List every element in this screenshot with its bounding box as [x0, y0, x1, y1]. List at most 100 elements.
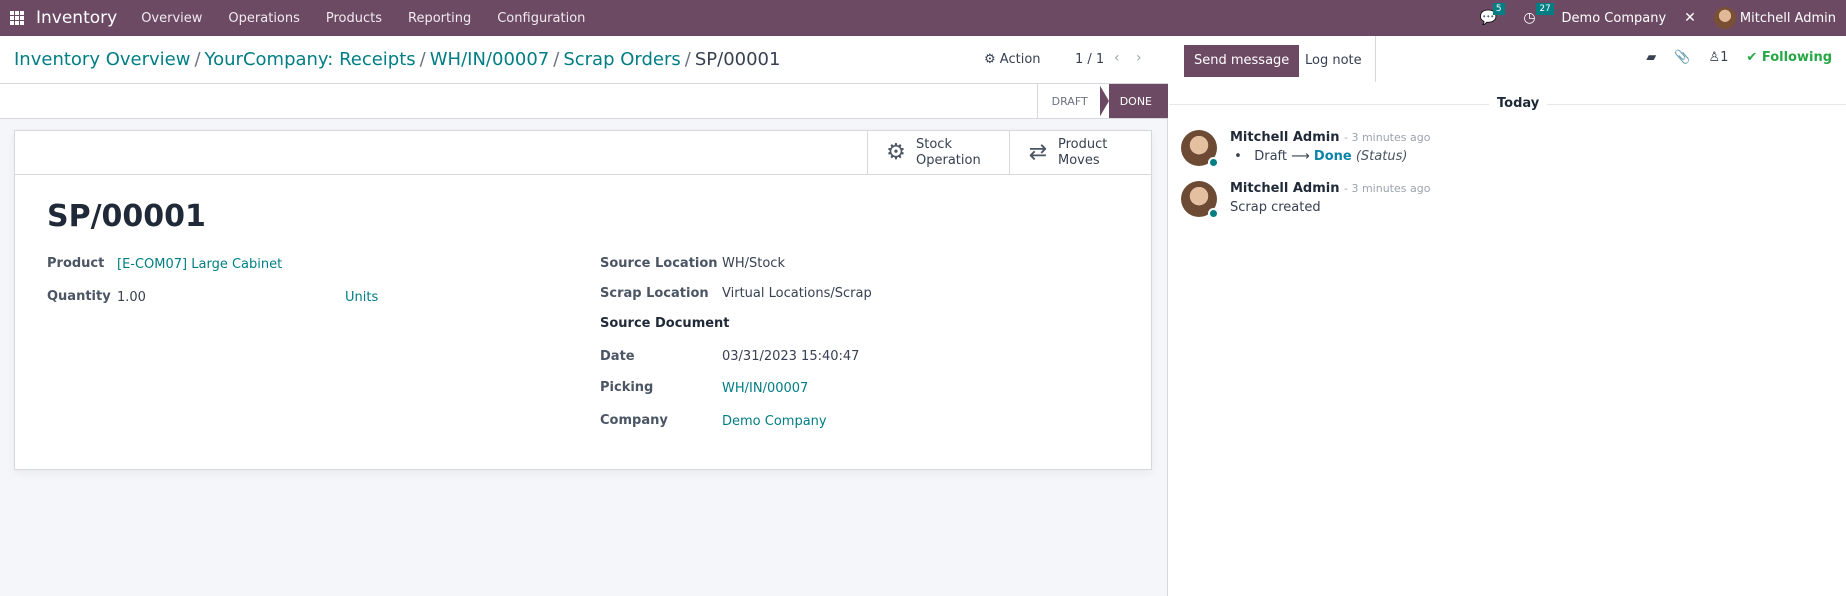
app-grid-icon[interactable]: [10, 11, 24, 25]
gear-icon: ⚙: [984, 52, 996, 67]
user-outline-icon: ♙: [1708, 50, 1721, 65]
user-menu[interactable]: Mitchell Admin: [1740, 11, 1836, 26]
company-switcher[interactable]: Demo Company: [1562, 11, 1667, 26]
check-icon: ✔: [1746, 50, 1758, 65]
online-status-icon: [1208, 157, 1219, 168]
app-name[interactable]: Inventory: [36, 8, 117, 28]
arrow-right-icon: ⟶: [1291, 149, 1310, 164]
scrap-location-value[interactable]: Virtual Locations/Scrap: [722, 286, 872, 301]
stock-operation-label: Stock Operation: [916, 137, 981, 169]
breadcrumb-separator: /: [684, 49, 691, 70]
breadcrumb-separator: /: [553, 49, 560, 70]
company-value[interactable]: Demo Company: [722, 414, 827, 429]
source-location-label: Source Location: [600, 256, 718, 271]
record-title: SP/00001: [47, 199, 206, 234]
stock-operation-line-2: Operation: [916, 152, 981, 168]
form-statusbar-row: DRAFT DONE: [0, 84, 1168, 119]
breadcrumb-current: SP/00001: [694, 49, 781, 70]
tracking-old-value: Draft: [1254, 149, 1287, 164]
action-label: Action: [999, 52, 1041, 67]
author-name[interactable]: Mitchell Admin: [1230, 181, 1339, 196]
stock-operation-line-1: Stock: [916, 136, 952, 152]
user-avatar[interactable]: [1713, 7, 1736, 29]
smart-button-box: ⚙ Stock Operation ⇄ Product Moves: [15, 131, 1151, 175]
log-note-button[interactable]: Log note: [1295, 45, 1372, 77]
breadcrumb-receipts[interactable]: YourCompany: Receipts: [205, 49, 416, 70]
top-navbar: Inventory Overview Operations Products R…: [0, 0, 1846, 36]
clock-icon: ◷: [1523, 10, 1536, 26]
tracking-new-value: Done: [1313, 149, 1352, 164]
form-view: Inventory Overview / YourCompany: Receipts…: [0, 36, 1168, 596]
exchange-arrows-icon: ⇄: [1028, 140, 1048, 165]
quantity-label: Quantity: [47, 289, 111, 304]
menu-operations[interactable]: Operations: [228, 11, 299, 26]
message-author: Mitchell Admin - 3 minutes ago: [1230, 181, 1430, 196]
tracking-field-name: (Status): [1355, 149, 1408, 164]
company-label: Company: [600, 413, 668, 428]
scrap-location-label: Scrap Location: [600, 286, 709, 301]
send-message-button[interactable]: Send message: [1184, 45, 1300, 77]
message-date: - 3 minutes ago: [1343, 131, 1431, 144]
date-value[interactable]: 03/31/2023 15:40:47: [722, 349, 859, 364]
activity-book-icon[interactable]: ▰: [1646, 50, 1656, 65]
stage-done-label: DONE: [1119, 94, 1152, 108]
product-moves-line-1: Product: [1058, 136, 1108, 152]
date-separator-label: Today: [1489, 96, 1548, 111]
control-panel: Inventory Overview / YourCompany: Receipts…: [0, 36, 1168, 84]
message-author: Mitchell Admin - 3 minutes ago: [1230, 130, 1430, 145]
chatter-topbar: Send message Log note ▰ 📎 ♙1 ✔ Following: [1169, 36, 1846, 82]
product-moves-button[interactable]: ⇄ Product Moves: [1009, 131, 1151, 174]
breadcrumb-scrap-orders[interactable]: Scrap Orders: [563, 49, 680, 70]
message-body: Scrap created: [1230, 200, 1321, 215]
product-value[interactable]: [E-COM07] Large Cabinet: [117, 257, 282, 272]
breadcrumb-inventory-overview[interactable]: Inventory Overview: [14, 49, 190, 70]
chatter: Send message Log note ▰ 📎 ♙1 ✔ Following…: [1169, 36, 1846, 596]
picking-label: Picking: [600, 380, 654, 395]
chatter-divider: [1375, 36, 1376, 82]
pager-value[interactable]: 1 / 1: [1075, 52, 1104, 67]
followers-count: 1: [1720, 50, 1729, 65]
cogs-icon: ⚙: [886, 140, 906, 165]
bullet-icon: •: [1230, 149, 1251, 164]
quantity-value[interactable]: 1.00: [117, 290, 146, 305]
messages-badge: 5: [1492, 3, 1505, 15]
source-location-value[interactable]: WH/Stock: [722, 256, 785, 271]
picking-value[interactable]: WH/IN/00007: [722, 381, 808, 396]
status-bar: DRAFT DONE: [1036, 84, 1168, 118]
activities-badge: 27: [1536, 3, 1554, 15]
product-moves-line-2: Moves: [1058, 152, 1100, 168]
action-menu-button[interactable]: ⚙ Action: [984, 52, 1041, 67]
messaging-button[interactable]: 💬 5: [1480, 3, 1505, 26]
stage-draft[interactable]: DRAFT: [1036, 84, 1100, 118]
pager-next-icon[interactable]: ›: [1136, 50, 1142, 66]
chatter-tools: ▰ 📎 ♙1 ✔ Following: [1628, 50, 1832, 65]
main-menu: Overview Operations Products Reporting C…: [141, 11, 611, 26]
message-date: - 3 minutes ago: [1343, 182, 1431, 195]
product-moves-label: Product Moves: [1058, 137, 1107, 169]
menu-overview[interactable]: Overview: [141, 11, 202, 26]
menu-reporting[interactable]: Reporting: [408, 11, 471, 26]
breadcrumb-separator: /: [194, 49, 201, 70]
stock-operation-button[interactable]: ⚙ Stock Operation: [867, 131, 1009, 174]
online-status-icon: [1208, 208, 1219, 219]
paperclip-icon[interactable]: 📎: [1674, 50, 1690, 65]
following-label: Following: [1761, 50, 1832, 65]
menu-products[interactable]: Products: [326, 11, 382, 26]
uom-value[interactable]: Units: [345, 290, 378, 305]
pager-previous-icon[interactable]: ‹: [1114, 50, 1120, 66]
breadcrumb: Inventory Overview / YourCompany: Receipts…: [14, 49, 780, 70]
product-label: Product: [47, 256, 105, 271]
date-label: Date: [600, 349, 635, 364]
breadcrumb-picking[interactable]: WH/IN/00007: [430, 49, 550, 70]
following-button[interactable]: ✔ Following: [1746, 50, 1832, 65]
debug-tools-icon[interactable]: ✕: [1684, 10, 1696, 26]
menu-configuration[interactable]: Configuration: [497, 11, 585, 26]
activities-button[interactable]: ◷ 27: [1523, 3, 1554, 26]
form-sheet: ⚙ Stock Operation ⇄ Product Moves SP/000…: [14, 130, 1152, 470]
source-document-label: Source Document: [600, 316, 730, 331]
tracking-value: • Draft ⟶ Done (Status): [1230, 149, 1407, 164]
breadcrumb-separator: /: [419, 49, 426, 70]
author-name[interactable]: Mitchell Admin: [1230, 130, 1339, 145]
followers-button[interactable]: ♙1: [1708, 50, 1728, 65]
stage-done[interactable]: DONE: [1098, 84, 1168, 118]
